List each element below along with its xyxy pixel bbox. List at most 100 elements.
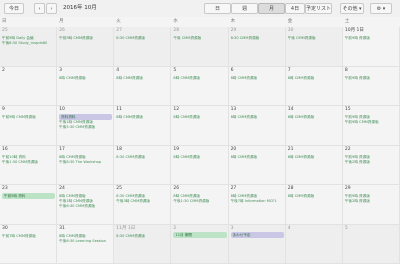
event-item[interactable]: 8:30 CMM資源版 xyxy=(231,36,260,41)
event-item[interactable]: 8時 CMM資源版 xyxy=(173,115,200,120)
day-cell[interactable]: 21 8時 CMM資源版 xyxy=(285,145,343,185)
all-day-event[interactable]: あわせ予定 xyxy=(230,232,284,238)
event-item[interactable]: 午前7時 CMM資源版 xyxy=(2,234,36,239)
day-cell[interactable]: 25 午前9時 Daily 会議 午後6:30 Study_rvspdn60 xyxy=(0,27,58,67)
event-item[interactable]: 午前9時 資源版 xyxy=(345,36,370,41)
event-item[interactable]: 8時 CMM資源版 xyxy=(173,76,200,81)
day-cell[interactable]: 26 午前9時 CMM資源版 xyxy=(57,27,115,67)
event-item[interactable]: 8時 CMM資源版 xyxy=(231,115,258,120)
event-item[interactable]: 8時 CMM資源版 xyxy=(288,115,315,120)
day-cell[interactable]: 19 8時 CMM資源版 xyxy=(171,145,229,185)
day-cell[interactable]: 10午前9:30 Introduction午後1時 CMM資源版午後5:30 C… xyxy=(57,106,115,146)
event-item[interactable]: 8:30 CMM資源版 xyxy=(116,234,145,239)
event-item[interactable]: 8時 CMM資源版 xyxy=(116,76,143,81)
day-cell[interactable]: 26 8時 CMM資源版 午後1:30 CMM資源版 xyxy=(171,185,229,225)
event-item[interactable]: 午前9時 CMM資源版 xyxy=(59,36,93,41)
day-number[interactable]: 3 xyxy=(231,226,234,232)
event-item[interactable]: 午後8:30 The Workshop xyxy=(59,160,101,165)
event-item[interactable]: 午前9時 CMM資源版 xyxy=(345,120,379,125)
day-number[interactable]: 26 xyxy=(173,186,179,192)
event-item[interactable]: 午後6:30 Learning Session xyxy=(59,239,106,244)
event-item[interactable]: 8時 CMM資源版 xyxy=(173,155,200,160)
event-item[interactable]: 午前9時 資源版 xyxy=(345,76,370,81)
event-item[interactable]: 8時 CMM資源版 xyxy=(231,155,258,160)
event-item[interactable]: 午後6:30 Study_rvspdn60 xyxy=(2,41,47,46)
event-item[interactable]: 午前9時 CMM資源版 xyxy=(2,115,36,120)
today-button[interactable]: 今日 xyxy=(4,3,24,14)
day-cell[interactable]: 29 8:30 CMM資源版 xyxy=(228,27,286,67)
day-number[interactable]: 30 xyxy=(288,28,294,34)
day-number[interactable]: 10 xyxy=(59,107,65,113)
day-cell[interactable]: 5 xyxy=(342,224,400,264)
day-cell[interactable]: 7 8時 CMM資源版 xyxy=(285,66,343,106)
day-number[interactable]: 21 xyxy=(288,147,294,153)
view-list-button[interactable]: 予定リスト xyxy=(305,3,332,14)
day-number[interactable]: 10月 1日 xyxy=(345,28,364,34)
day-cell[interactable]: 13 8時 CMM資源版 xyxy=(228,106,286,146)
day-cell[interactable]: 29 午前9時 資源版 午後2時 資源版 xyxy=(342,185,400,225)
day-cell[interactable]: 14 8時 CMM資源版 xyxy=(285,106,343,146)
day-number[interactable]: 13 xyxy=(231,107,237,113)
day-number[interactable]: 4 xyxy=(116,68,119,74)
day-cell[interactable]: 9 午前9時 CMM資源版 xyxy=(0,106,58,146)
day-cell[interactable]: 24 8時 CMM資源版 午後1時 CMM資源版 午後6:30 CMM資源版 xyxy=(57,185,115,225)
day-number[interactable]: 29 xyxy=(345,186,351,192)
event-item[interactable]: 8時 CMM資源版 xyxy=(288,155,315,160)
day-number[interactable]: 7 xyxy=(288,68,291,74)
day-cell[interactable]: 12 8時 CMM資源版 xyxy=(171,106,229,146)
day-cell[interactable]: 30 午後 CMM資源版 xyxy=(285,27,343,67)
day-number[interactable]: 25 xyxy=(116,186,122,192)
event-item[interactable]: 8時 CMM資源版 xyxy=(288,194,315,199)
next-month-button[interactable]: › xyxy=(46,3,57,14)
day-cell[interactable]: 22 午前9時 資源版 午後2時 資源版 xyxy=(342,145,400,185)
day-number[interactable]: 29 xyxy=(231,28,237,34)
day-number[interactable]: 15 xyxy=(345,107,351,113)
view-month-button[interactable]: 月 xyxy=(258,3,285,14)
day-cell[interactable]: 28 8時 CMM資源版 xyxy=(285,185,343,225)
day-cell[interactable]: 27 8時 CMM資源版 午後7時 Information MCF1 xyxy=(228,185,286,225)
day-number[interactable]: 23 xyxy=(2,186,8,192)
event-item[interactable]: 午後7時 Information MCF1 xyxy=(231,199,277,204)
day-cell[interactable]: 4 8時 CMM資源版 xyxy=(114,66,172,106)
day-number[interactable]: 11月 1日 xyxy=(116,226,135,232)
day-cell[interactable]: 30 午前7時 CMM資源版 xyxy=(0,224,58,264)
day-number[interactable]: 5 xyxy=(345,226,348,232)
day-number[interactable]: 31 xyxy=(59,226,65,232)
prev-month-button[interactable]: ‹ xyxy=(34,3,45,14)
day-cell[interactable]: 5 8時 CMM資源版 xyxy=(171,66,229,106)
day-number[interactable]: 12 xyxy=(173,107,179,113)
day-cell[interactable]: 11月 1日 8:30 CMM資源版 xyxy=(114,224,172,264)
day-cell[interactable]: 20 8時 CMM資源版 xyxy=(228,145,286,185)
more-button[interactable]: その他 ▾ xyxy=(340,3,364,14)
event-item[interactable]: 午後1:30 CMM資源版 xyxy=(2,160,38,165)
day-cell[interactable]: 8 午前9時 資源版 xyxy=(342,66,400,106)
day-cell[interactable]: 3 8時 CMM資源版 xyxy=(57,66,115,106)
day-cell[interactable]: 4 xyxy=(285,224,343,264)
event-item[interactable]: 8時 CMM資源版 xyxy=(231,76,258,81)
day-number[interactable]: 28 xyxy=(288,186,294,192)
event-item[interactable]: 午後 CMM資源版 xyxy=(173,36,201,41)
day-cell[interactable]: 28時 CMM資源版 xyxy=(171,224,229,264)
day-number[interactable]: 5 xyxy=(173,68,176,74)
day-number[interactable]: 25 xyxy=(2,28,8,34)
view-day-button[interactable]: 日 xyxy=(204,3,231,14)
day-cell[interactable]: 17 8時 CMM資源版 午後8:30 The Workshop xyxy=(57,145,115,185)
day-number[interactable]: 2 xyxy=(173,226,176,232)
event-item[interactable]: 8時 CMM資源版 xyxy=(288,76,315,81)
event-item[interactable]: 午後5:30 CMM資源版 xyxy=(59,125,95,130)
day-number[interactable]: 22 xyxy=(345,147,351,153)
day-cell[interactable]: 3 xyxy=(228,224,286,264)
day-number[interactable]: 27 xyxy=(231,186,237,192)
day-cell[interactable]: 18 8:30 CMM資源版 xyxy=(114,145,172,185)
event-item[interactable]: 午後2時 資源版 xyxy=(345,199,370,204)
day-cell[interactable]: 16 午前10時 資料 午後1:30 CMM資源版 xyxy=(0,145,58,185)
day-cell[interactable]: 23午後1時 CMM資源版 xyxy=(0,185,58,225)
day-number[interactable]: 9 xyxy=(2,107,5,113)
day-number[interactable]: 16 xyxy=(2,147,8,153)
event-item[interactable]: 午後2時 資源版 xyxy=(345,160,370,165)
day-cell[interactable]: 6 8時 CMM資源版 xyxy=(228,66,286,106)
view-week-button[interactable]: 週 xyxy=(231,3,258,14)
day-cell[interactable]: 15 午前9時 資源版 午前9時 CMM資源版 xyxy=(342,106,400,146)
event-item[interactable]: 午後6:30 CMM資源版 xyxy=(59,204,95,209)
day-number[interactable]: 3 xyxy=(59,68,62,74)
